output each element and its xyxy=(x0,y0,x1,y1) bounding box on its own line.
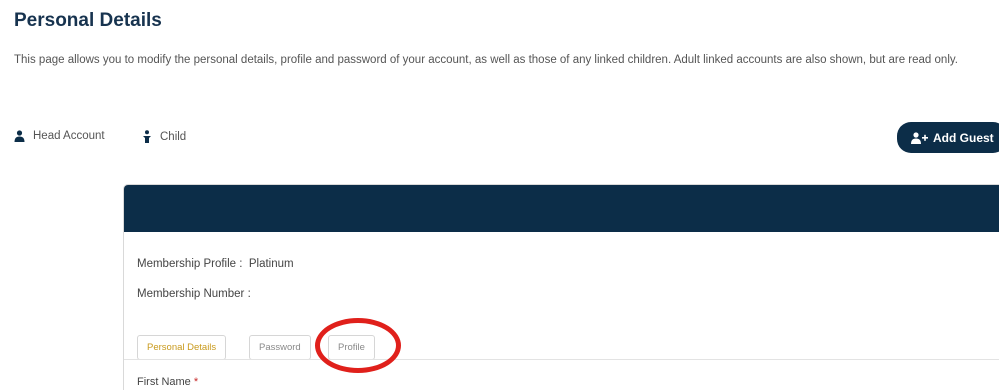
legend-head-account-label: Head Account xyxy=(33,130,105,142)
legend-child: Child xyxy=(142,130,186,143)
tab-personal-details[interactable]: Personal Details xyxy=(137,335,227,360)
add-guest-button[interactable]: Add Guest xyxy=(897,122,999,153)
person-icon xyxy=(14,130,25,142)
personal-details-page: Personal Details This page allows you to… xyxy=(0,0,999,390)
add-guest-label: Add Guest xyxy=(933,130,994,145)
add-person-icon xyxy=(911,131,928,144)
membership-number-label: Membership Number : xyxy=(137,288,251,300)
child-icon xyxy=(143,130,151,143)
membership-profile: Membership Profile : Platinum xyxy=(137,258,294,270)
membership-number: Membership Number : xyxy=(137,288,251,300)
page-description: This page allows you to modify the perso… xyxy=(14,54,958,66)
first-name-label: First Name * xyxy=(137,376,199,388)
tab-password[interactable]: Password xyxy=(249,335,311,360)
tab-profile[interactable]: Profile xyxy=(328,335,375,360)
membership-profile-value: Platinum xyxy=(248,258,294,270)
legend-head-account: Head Account xyxy=(14,130,105,142)
tabs-divider xyxy=(124,359,999,360)
membership-profile-label: Membership Profile : xyxy=(137,258,243,270)
card-header xyxy=(124,185,999,232)
required-marker: * xyxy=(193,376,199,388)
page-title: Personal Details xyxy=(14,10,162,31)
account-card: Membership Profile : Platinum Membership… xyxy=(123,184,999,390)
legend-child-label: Child xyxy=(160,130,187,143)
